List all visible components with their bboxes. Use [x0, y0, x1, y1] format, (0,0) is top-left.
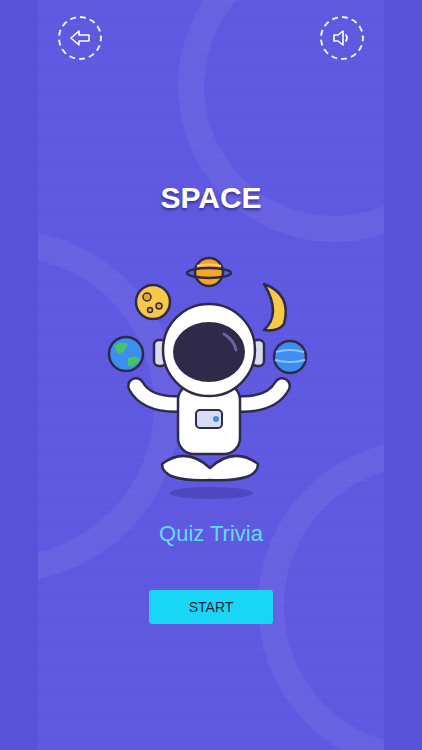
earth-icon [109, 337, 143, 371]
moon-icon [136, 285, 170, 319]
arrow-left-icon [68, 26, 92, 50]
sound-button[interactable] [320, 16, 364, 60]
start-button[interactable]: START [149, 590, 273, 624]
top-bar [38, 0, 384, 60]
speaker-icon [330, 26, 354, 50]
blue-planet-icon [274, 341, 306, 373]
crescent-icon [264, 284, 286, 330]
decor-ring [258, 440, 384, 750]
content-panel: SPACE Quiz Trivia START [38, 0, 384, 750]
saturn-icon [187, 258, 231, 286]
astronaut-illustration-icon [106, 254, 316, 504]
screen: SPACE Quiz Trivia START [0, 0, 422, 750]
subtitle: Quiz Trivia [159, 520, 263, 548]
title: SPACE [160, 180, 261, 216]
back-button[interactable] [58, 16, 102, 60]
